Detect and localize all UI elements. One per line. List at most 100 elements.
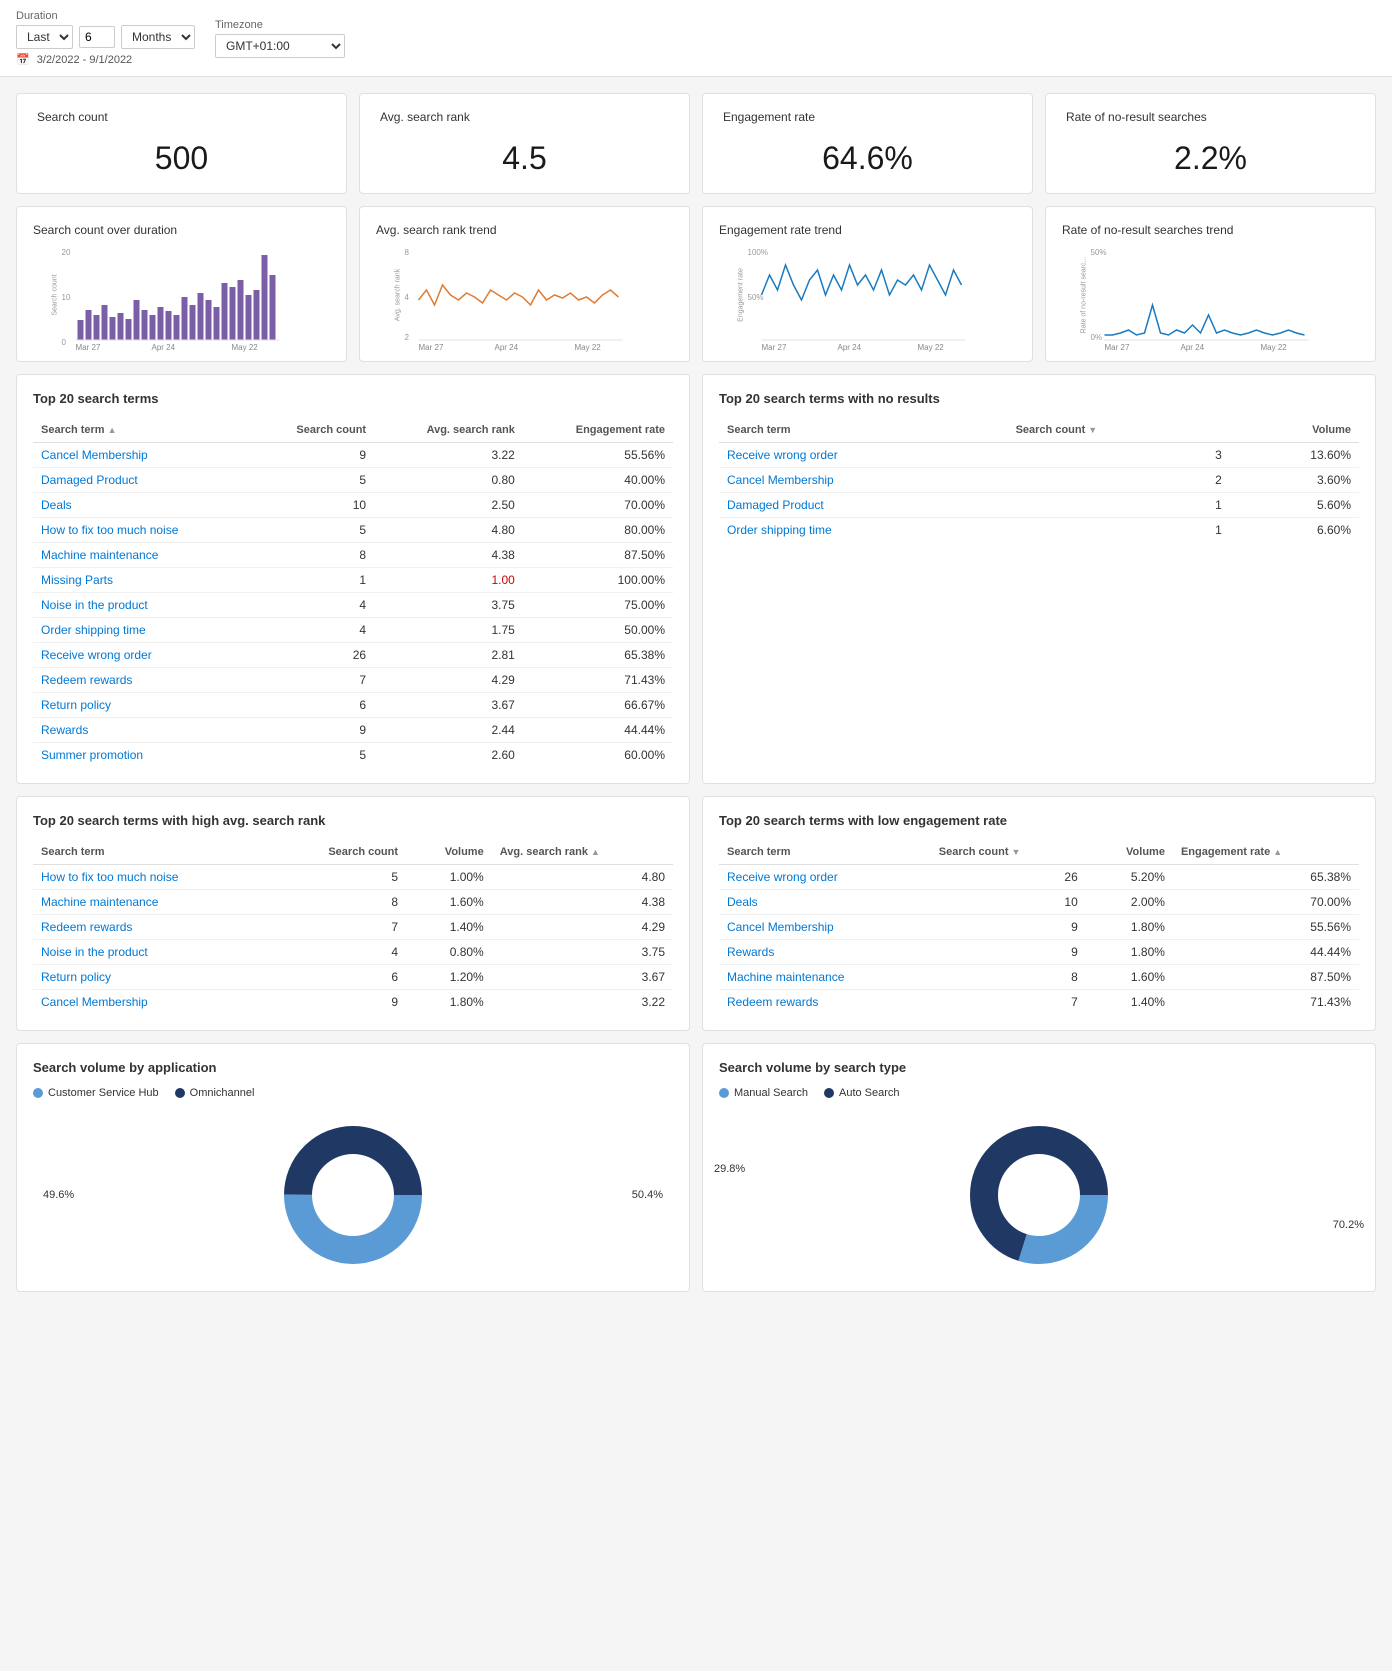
cell-term: Deals — [33, 493, 252, 518]
cell-engagement: 44.44% — [523, 718, 673, 743]
donut-app-label-left: 49.6% — [43, 1189, 74, 1201]
col-avg-rank[interactable]: Avg. search rank — [374, 418, 523, 443]
duration-unit-select[interactable]: Months Days Weeks — [121, 25, 195, 49]
cell-engagement: 100.00% — [523, 568, 673, 593]
col-hr-term[interactable]: Search term — [33, 840, 272, 865]
cell-volume: 1.60% — [1086, 965, 1173, 990]
top-search-terms-title: Top 20 search terms — [33, 391, 673, 406]
col-search-count[interactable]: Search count — [252, 418, 374, 443]
cell-count: 5 — [252, 468, 374, 493]
cell-count: 8 — [931, 965, 1086, 990]
cell-count: 4 — [252, 593, 374, 618]
cell-volume: 3.60% — [1230, 468, 1359, 493]
cell-term: Return policy — [33, 965, 272, 990]
high-rank-table: Search term Search count Volume Avg. sea… — [33, 840, 673, 1014]
table-row: Damaged Product15.60% — [719, 493, 1359, 518]
top-search-terms-table-scroll[interactable]: Search term ▲ Search count Avg. search r… — [33, 418, 673, 767]
low-engagement-scroll[interactable]: Search term Search count ▼ Volume Engage… — [719, 840, 1359, 1014]
table-row: Machine maintenance81.60%87.50% — [719, 965, 1359, 990]
metric-title-engagement: Engagement rate — [723, 110, 1012, 124]
cell-volume: 5.60% — [1230, 493, 1359, 518]
cell-count: 6 — [252, 693, 374, 718]
col-nr-count[interactable]: Search count ▼ — [1008, 418, 1230, 443]
cell-term: Receive wrong order — [719, 865, 931, 890]
metric-value-engagement: 64.6% — [723, 140, 1012, 177]
cell-rank: 3.75 — [374, 593, 523, 618]
col-nr-term[interactable]: Search term — [719, 418, 1008, 443]
cell-term: Deals — [719, 890, 931, 915]
col-hr-volume[interactable]: Volume — [406, 840, 492, 865]
chart-area-no-result: 50% 0% Mar 27 Apr 24 May 22 Rate of no-r… — [1062, 245, 1359, 345]
cell-rank: 4.29 — [492, 915, 673, 940]
donut-app-legend: Customer Service Hub Omnichannel — [33, 1087, 673, 1099]
cell-engagement: 55.56% — [523, 443, 673, 468]
cell-count: 7 — [252, 668, 374, 693]
duration-value-input[interactable] — [79, 26, 115, 48]
table-row: Damaged Product50.8040.00% — [33, 468, 673, 493]
svg-text:0%: 0% — [1091, 333, 1103, 342]
cell-engagement: 87.50% — [1173, 965, 1359, 990]
high-rank-scroll[interactable]: Search term Search count Volume Avg. sea… — [33, 840, 673, 1014]
cell-engagement: 40.00% — [523, 468, 673, 493]
cell-term: Damaged Product — [719, 493, 1008, 518]
table-row: Machine maintenance81.60%4.38 — [33, 890, 673, 915]
cell-volume: 2.00% — [1086, 890, 1173, 915]
col-le-term[interactable]: Search term — [719, 840, 931, 865]
donut-by-type: Search volume by search type Manual Sear… — [702, 1043, 1376, 1292]
cell-rank: 3.67 — [374, 693, 523, 718]
table-row: Summer promotion52.6060.00% — [33, 743, 673, 768]
low-engagement-title: Top 20 search terms with low engagement … — [719, 813, 1359, 828]
legend-dot-customer-hub — [33, 1088, 43, 1098]
cell-term: Rewards — [719, 940, 931, 965]
timezone-select[interactable]: GMT+01:00 — [215, 34, 345, 58]
duration-preset-select[interactable]: Last — [16, 25, 73, 49]
table-row: Rewards91.80%44.44% — [719, 940, 1359, 965]
cell-rank: 4.80 — [374, 518, 523, 543]
no-result-terms-title: Top 20 search terms with no results — [719, 391, 1359, 406]
svg-text:100%: 100% — [748, 248, 768, 257]
cell-engagement: 55.56% — [1173, 915, 1359, 940]
col-hr-rank[interactable]: Avg. search rank ▲ — [492, 840, 673, 865]
cell-count: 9 — [931, 940, 1086, 965]
col-nr-volume[interactable]: Volume — [1230, 418, 1359, 443]
chart-area-avg-rank: 8 4 2 Mar 27 Apr 24 May 22 Avg. search r… — [376, 245, 673, 345]
col-le-volume[interactable]: Volume — [1086, 840, 1173, 865]
col-search-term[interactable]: Search term ▲ — [33, 418, 252, 443]
donut-type-label-right: 70.2% — [1333, 1219, 1364, 1231]
cell-count: 8 — [252, 543, 374, 568]
no-result-table: Search term Search count ▼ Volume Receiv… — [719, 418, 1359, 542]
table-row: How to fix too much noise54.8080.00% — [33, 518, 673, 543]
cell-rank: 2.81 — [374, 643, 523, 668]
duration-group: Duration Last Months Days Weeks 📅 3/2/20… — [16, 10, 195, 66]
cell-volume: 1.80% — [1086, 915, 1173, 940]
cell-term: Cancel Membership — [33, 990, 272, 1015]
table-row: Redeem rewards71.40%4.29 — [33, 915, 673, 940]
svg-text:Apr 24: Apr 24 — [495, 343, 519, 352]
no-result-table-scroll[interactable]: Search term Search count ▼ Volume Receiv… — [719, 418, 1359, 542]
metric-title-search-count: Search count — [37, 110, 326, 124]
col-engagement[interactable]: Engagement rate — [523, 418, 673, 443]
cell-count: 5 — [252, 743, 374, 768]
donut-type-container: 29.8% 70.2% — [719, 1115, 1359, 1275]
chart-avg-rank-trend: Avg. search rank trend 8 4 2 Mar 27 Apr … — [359, 206, 690, 362]
timezone-label: Timezone — [215, 19, 345, 31]
svg-text:Apr 24: Apr 24 — [152, 343, 176, 352]
table-row: Redeem rewards71.40%71.43% — [719, 990, 1359, 1015]
cell-term: Order shipping time — [33, 618, 252, 643]
svg-text:May 22: May 22 — [1261, 343, 1288, 352]
col-hr-count[interactable]: Search count — [272, 840, 406, 865]
cell-volume: 1.80% — [406, 990, 492, 1015]
table-row: Deals102.00%70.00% — [719, 890, 1359, 915]
cell-rank: 4.80 — [492, 865, 673, 890]
legend-omnichannel: Omnichannel — [175, 1087, 255, 1099]
col-le-engagement[interactable]: Engagement rate ▲ — [1173, 840, 1359, 865]
cell-engagement: 71.43% — [523, 668, 673, 693]
cell-count: 5 — [272, 865, 406, 890]
cell-engagement: 70.00% — [523, 493, 673, 518]
chart-area-engagement: 100% 50% Mar 27 Apr 24 May 22 Engagement… — [719, 245, 1016, 345]
metric-title-no-result: Rate of no-result searches — [1066, 110, 1355, 124]
cell-count: 4 — [252, 618, 374, 643]
col-le-count[interactable]: Search count ▼ — [931, 840, 1086, 865]
donut-type-title: Search volume by search type — [719, 1060, 1359, 1075]
cell-count: 5 — [252, 518, 374, 543]
